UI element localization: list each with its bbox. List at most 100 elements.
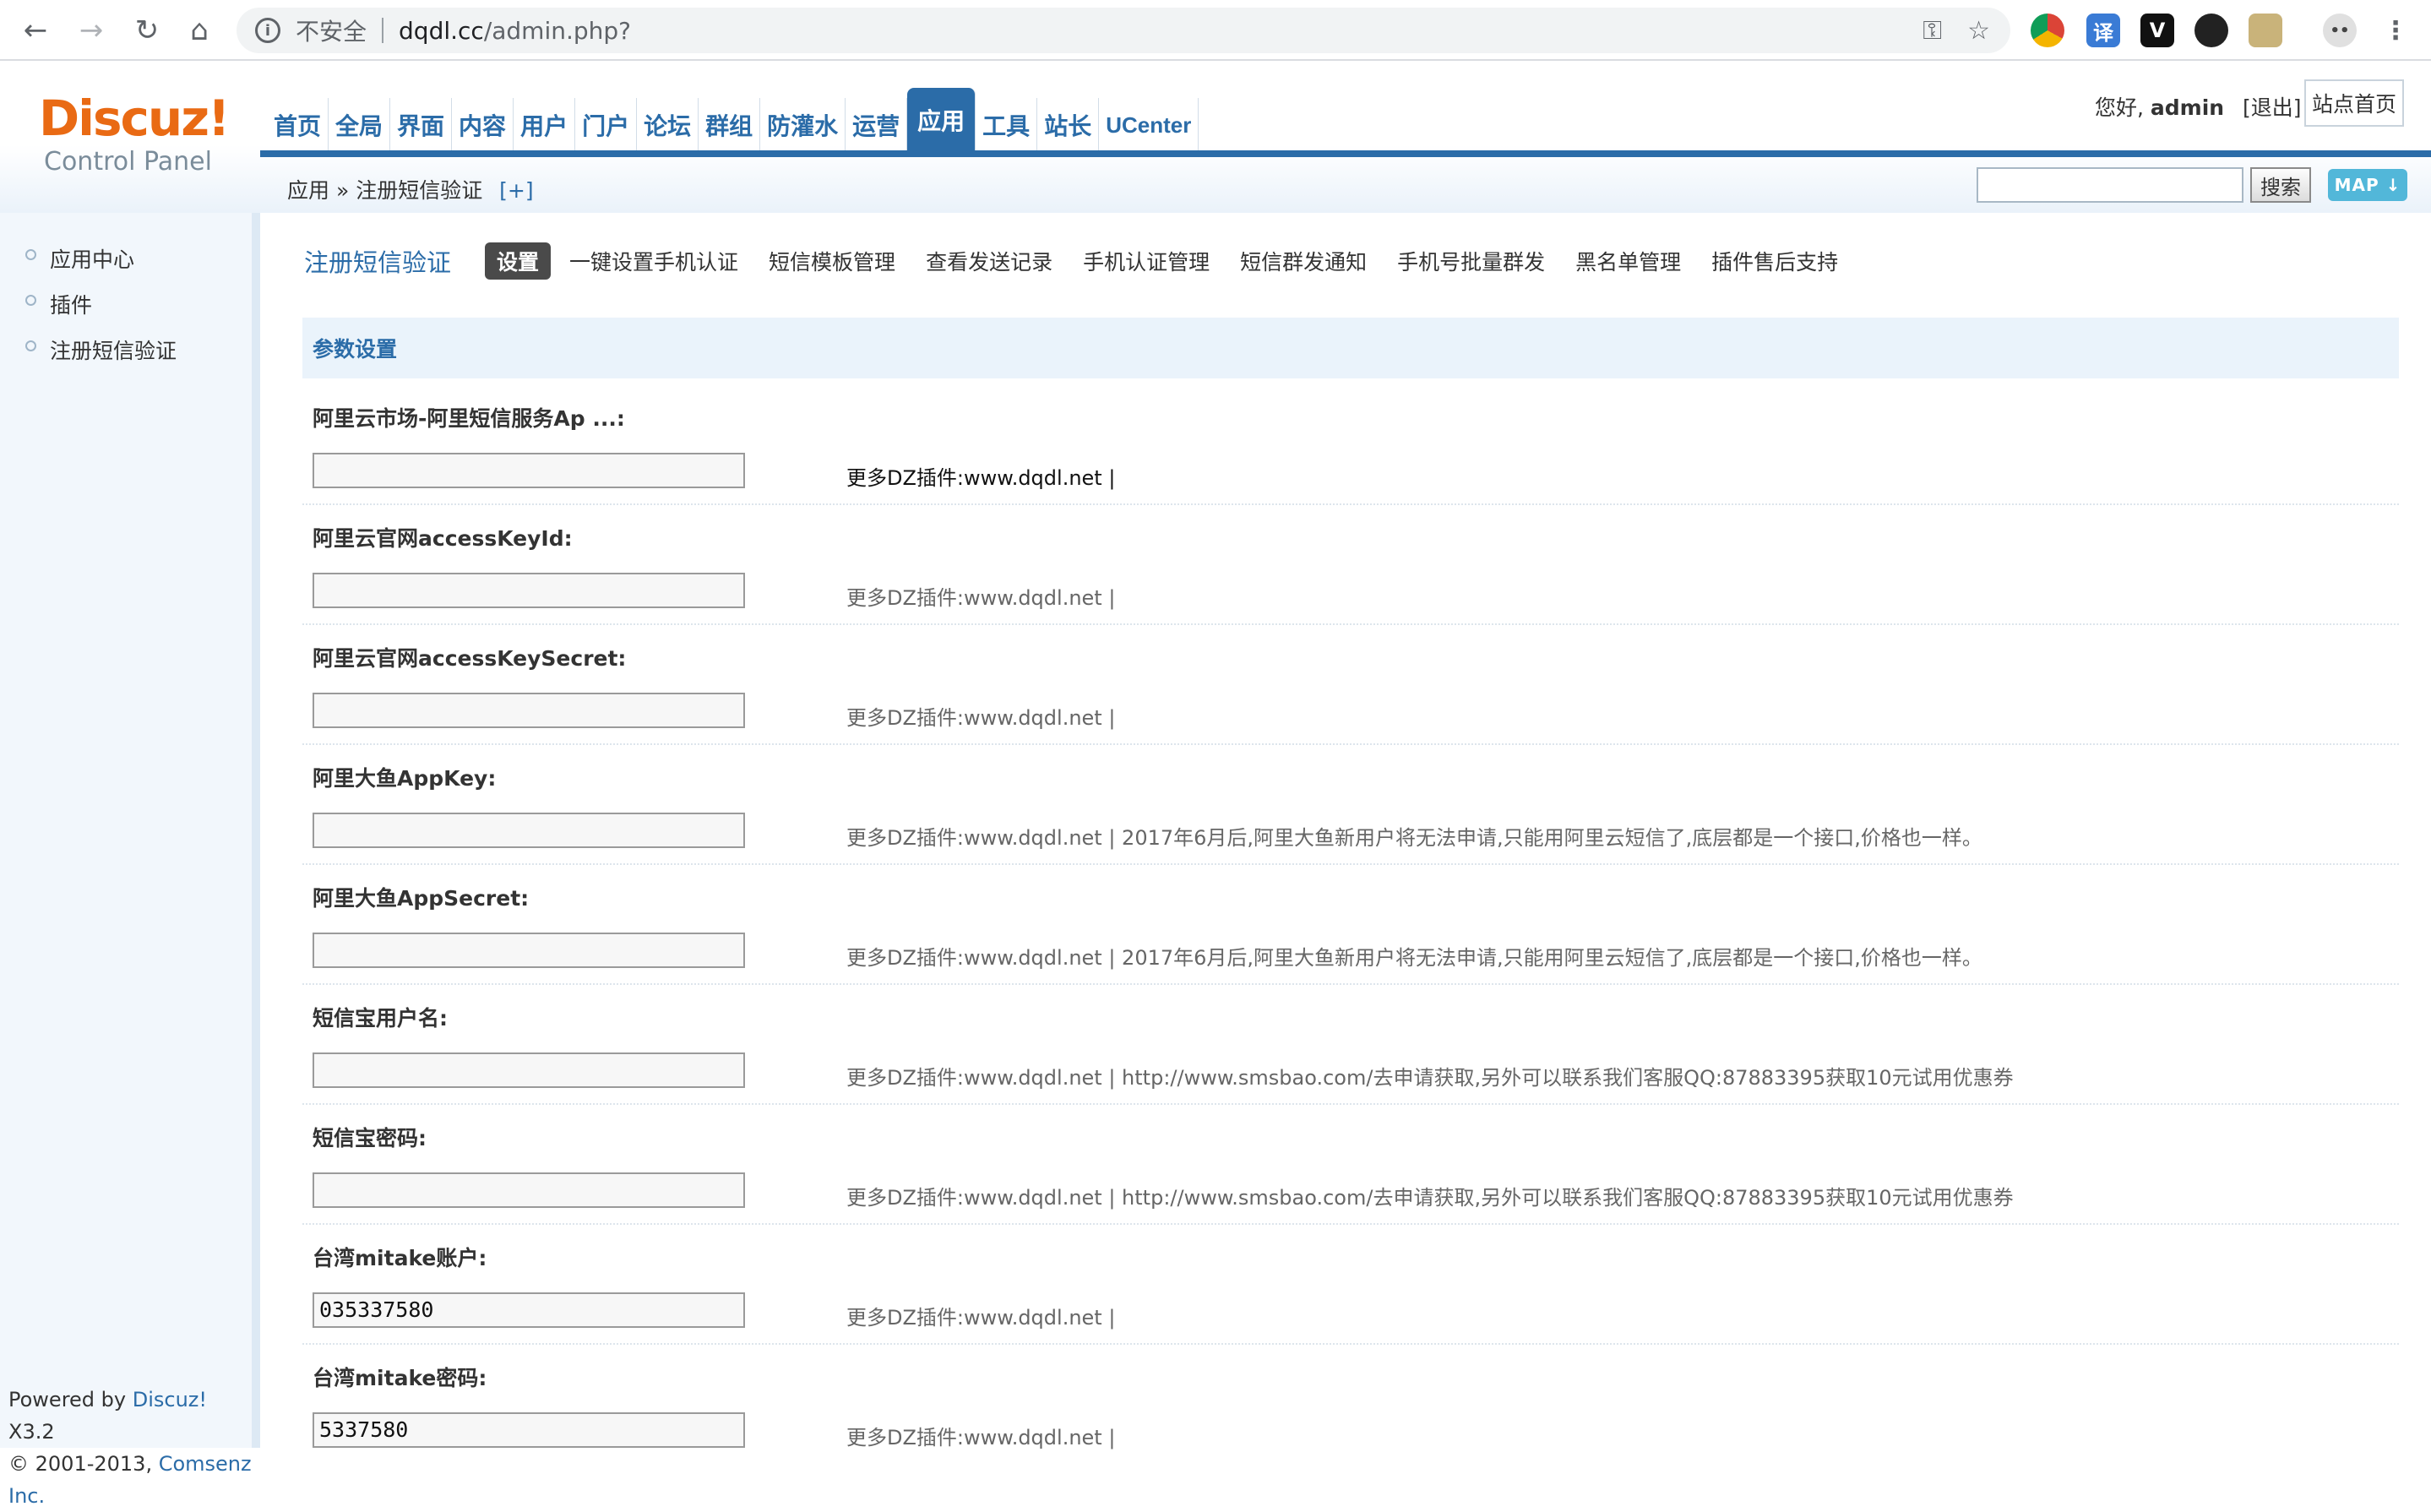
- tab-bulk-notify[interactable]: 短信群发通知: [1240, 246, 1367, 276]
- logo-subtitle: Control Panel: [44, 147, 212, 177]
- nav-item-operation[interactable]: 运营: [846, 98, 908, 152]
- main-content: 注册短信验证 设置 一键设置手机认证 短信模板管理 查看发送记录 手机认证管理 …: [269, 213, 2431, 1449]
- nav-item-group[interactable]: 群组: [699, 98, 761, 152]
- setting-tip: 更多DZ插件:www.dqdl.net | http://www.smsbao.…: [846, 1186, 2014, 1210]
- smsbao-password-input[interactable]: [313, 1172, 745, 1208]
- nav-item-forum[interactable]: 论坛: [637, 98, 699, 152]
- nav-item-apps[interactable]: 应用: [907, 88, 976, 152]
- profile-avatar-icon[interactable]: ••: [2323, 14, 2357, 47]
- chrome-extension-icon[interactable]: [2031, 14, 2064, 47]
- info-icon[interactable]: i: [255, 18, 280, 43]
- setting-row: 台湾mitake密码: 5337580 更多DZ插件:www.dqdl.net …: [302, 1345, 2399, 1465]
- mitake-password-input[interactable]: 5337580: [313, 1412, 745, 1448]
- sidebar-item-app-center[interactable]: 应用中心: [25, 243, 134, 274]
- setting-label: 阿里大鱼AppSecret:: [313, 886, 530, 911]
- setting-label: 台湾mitake密码:: [313, 1366, 487, 1390]
- insecure-label: 不安全: [296, 18, 367, 46]
- home-icon[interactable]: ⌂: [176, 7, 223, 54]
- tab-support[interactable]: 插件售后支持: [1711, 246, 1838, 276]
- breadcrumb: 应用 » 注册短信验证 [+]: [287, 174, 534, 204]
- setting-tip: 更多DZ插件:www.dqdl.net |: [846, 586, 1116, 610]
- tab-send-logs[interactable]: 查看发送记录: [926, 246, 1052, 276]
- aliyun-market-appcode-input[interactable]: [313, 453, 745, 488]
- tab-phone-verification[interactable]: 手机认证管理: [1083, 246, 1210, 276]
- reload-icon[interactable]: ↻: [123, 7, 171, 54]
- nav-item-content[interactable]: 内容: [452, 98, 514, 152]
- setting-row: 台湾mitake账户: 035337580 更多DZ插件:www.dqdl.ne…: [302, 1225, 2399, 1345]
- setting-label: 阿里云市场-阿里短信服务Ap ...:: [313, 406, 625, 431]
- nav-item-user[interactable]: 用户: [514, 98, 576, 152]
- address-bar[interactable]: i 不安全 dqdl.cc/admin.php? ⚿ ☆: [237, 8, 2010, 53]
- url-path: /admin.php?: [483, 16, 632, 45]
- section-title: 参数设置: [302, 318, 2399, 378]
- sidebar-item-plugins[interactable]: 插件: [25, 289, 92, 319]
- sidebar-item-label: 注册短信验证: [50, 339, 177, 363]
- setting-label: 阿里大鱼AppKey:: [313, 766, 497, 791]
- setting-tip: 更多DZ插件:www.dqdl.net |: [846, 706, 1116, 730]
- smsbao-username-input[interactable]: [313, 1052, 745, 1088]
- setting-label: 短信宝用户名:: [313, 1006, 448, 1031]
- add-shortcut-link[interactable]: [+]: [499, 178, 533, 203]
- setting-tip: 更多DZ插件:www.dqdl.net | 2017年6月后,阿里大鱼新用户将无…: [846, 826, 1982, 850]
- plugin-title: 注册短信验证: [304, 248, 452, 277]
- tab-settings[interactable]: 设置: [485, 242, 552, 280]
- nav-item-founder[interactable]: 站长: [1037, 98, 1100, 152]
- nav-item-antispam[interactable]: 防灌水: [760, 98, 846, 152]
- v-extension-icon[interactable]: V: [2140, 14, 2174, 47]
- plugin-subnav: 注册短信验证 设置 一键设置手机认证 短信模板管理 查看发送记录 手机认证管理 …: [304, 240, 1868, 282]
- arrow-down-icon: ↓: [2385, 175, 2401, 195]
- back-arrow-icon[interactable]: ←: [12, 7, 59, 54]
- nav-item-global[interactable]: 全局: [329, 98, 391, 152]
- admin-search-input[interactable]: [1977, 167, 2243, 203]
- mitake-account-input[interactable]: 035337580: [313, 1292, 745, 1328]
- sidebar-item-sms-verify[interactable]: 注册短信验证: [25, 334, 177, 365]
- camera-extension-icon[interactable]: [2194, 14, 2228, 47]
- logo[interactable]: Discuz! Control Panel: [0, 63, 260, 213]
- map-button[interactable]: MAP ↓: [2328, 169, 2407, 201]
- url-host: dqdl.cc: [399, 16, 484, 45]
- divider: [382, 18, 384, 43]
- nav-item-tools[interactable]: 工具: [976, 98, 1038, 152]
- tab-bulk-send[interactable]: 手机号批量群发: [1397, 246, 1545, 276]
- nav-item-home[interactable]: 首页: [267, 98, 329, 152]
- breadcrumb-path: 应用 » 注册短信验证: [287, 178, 483, 203]
- tab-sms-templates[interactable]: 短信模板管理: [769, 246, 895, 276]
- alidayu-appkey-input[interactable]: [313, 813, 745, 848]
- translate-extension-icon[interactable]: 译: [2086, 14, 2120, 47]
- main-nav: 首页 全局 界面 内容 用户 门户 论坛 群组 防灌水 运营 应用 工具 站长 …: [267, 88, 1199, 152]
- site-home-button[interactable]: 站点首页: [2304, 79, 2404, 127]
- forward-arrow-icon[interactable]: →: [68, 7, 115, 54]
- logout-link[interactable]: [退出]: [2243, 95, 2302, 120]
- sidebar-item-label: 应用中心: [50, 247, 135, 272]
- alidayu-appsecret-input[interactable]: [313, 933, 745, 968]
- aliyun-access-key-id-input[interactable]: [313, 573, 745, 608]
- aliyun-access-key-secret-input[interactable]: [313, 693, 745, 728]
- bullet-icon: [25, 248, 36, 260]
- setting-row: 阿里云市场-阿里短信服务Ap ...: 更多DZ插件:www.dqdl.net …: [302, 385, 2399, 505]
- nav-item-portal[interactable]: 门户: [575, 98, 638, 152]
- menu-dots-icon[interactable]: ⋮: [2379, 14, 2412, 47]
- setting-tip: 更多DZ插件:www.dqdl.net | 2017年6月后,阿里大鱼新用户将无…: [846, 946, 1982, 970]
- sidebar: 应用中心 插件 注册短信验证 Powered by Discuz! X3.2 ©…: [0, 213, 260, 1508]
- setting-tip: 更多DZ插件:www.dqdl.net |: [846, 466, 1116, 490]
- username: admin: [2150, 95, 2225, 120]
- discuz-link[interactable]: Discuz!: [133, 1388, 207, 1411]
- setting-row: 阿里大鱼AppSecret: 更多DZ插件:www.dqdl.net | 201…: [302, 865, 2399, 985]
- tab-blacklist[interactable]: 黑名单管理: [1575, 246, 1681, 276]
- nav-underline: [260, 150, 2431, 157]
- setting-tip: 更多DZ插件:www.dqdl.net |: [846, 1426, 1116, 1449]
- powered-version: X3.2: [8, 1420, 55, 1444]
- browser-toolbar: ← → ↻ ⌂ i 不安全 dqdl.cc/admin.php? ⚿ ☆ 译 V…: [0, 0, 2431, 61]
- setting-row: 阿里云官网accessKeyId: 更多DZ插件:www.dqdl.net |: [302, 505, 2399, 625]
- sidebar-item-label: 插件: [50, 293, 93, 318]
- powered-prefix: Powered by: [8, 1388, 127, 1411]
- key-icon[interactable]: ⚿: [1923, 16, 1942, 46]
- nav-item-ucenter[interactable]: UCenter: [1099, 98, 1199, 152]
- image-extension-icon[interactable]: [2249, 14, 2282, 47]
- setting-row: 短信宝密码: 更多DZ插件:www.dqdl.net | http://www.…: [302, 1105, 2399, 1225]
- nav-item-style[interactable]: 界面: [390, 98, 453, 152]
- search-button[interactable]: 搜索: [2250, 167, 2311, 203]
- bookmark-star-icon[interactable]: ☆: [1967, 16, 1990, 46]
- tab-one-click-setup[interactable]: 一键设置手机认证: [569, 246, 738, 276]
- setting-label: 台湾mitake账户:: [313, 1246, 487, 1270]
